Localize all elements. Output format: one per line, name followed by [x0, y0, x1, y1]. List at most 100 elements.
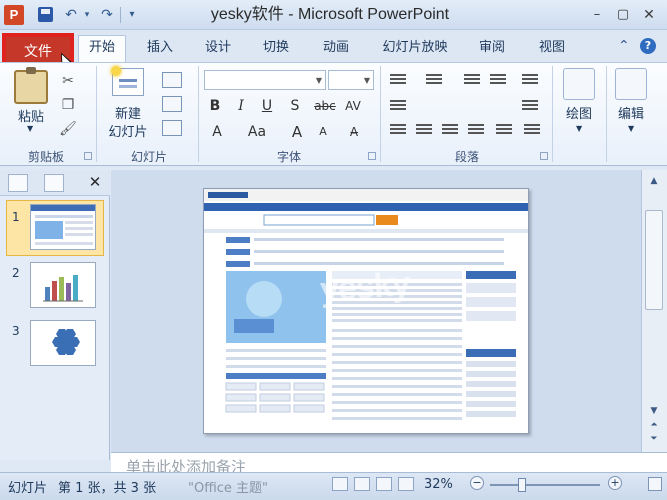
italic-button[interactable]: I [232, 96, 250, 116]
line-spacing-icon[interactable] [520, 72, 540, 88]
slide-thumbnail-2[interactable] [30, 262, 96, 308]
bold-button[interactable]: B [206, 96, 224, 116]
pane-close-icon[interactable]: ✕ [86, 173, 104, 191]
undo-icon[interactable]: ↶ [62, 6, 80, 24]
window-title: yesky软件 - Microsoft PowerPoint [210, 6, 450, 23]
clipboard-launcher-icon[interactable] [84, 152, 92, 160]
increase-indent-icon[interactable] [488, 72, 508, 88]
zoom-in-button[interactable]: + [608, 476, 622, 490]
customize-qat-icon[interactable]: ▾ [126, 6, 138, 24]
tab-slides-icon[interactable] [8, 174, 28, 192]
close-button[interactable]: ✕ [638, 6, 660, 24]
text-shadow-button[interactable]: S [286, 96, 304, 116]
zoom-level[interactable]: 32% [424, 477, 453, 492]
tab-animations[interactable]: 动画 [314, 36, 358, 60]
minimize-button[interactable]: – [586, 6, 608, 24]
format-painter-icon[interactable]: 🖌 [58, 120, 78, 138]
zoom-slider[interactable] [490, 484, 600, 486]
scroll-down-icon[interactable]: ▼ [645, 404, 663, 418]
align-left-icon[interactable] [388, 122, 408, 138]
fit-to-window-icon[interactable] [648, 477, 662, 491]
justify-icon[interactable] [466, 122, 486, 138]
reading-view-icon[interactable] [376, 477, 392, 491]
align-center-icon[interactable] [414, 122, 434, 138]
decrease-indent-icon[interactable] [462, 72, 482, 88]
zoom-slider-handle[interactable] [518, 478, 526, 492]
thumbnail-number: 3 [12, 324, 20, 338]
font-size-combo[interactable]: ▼ [328, 70, 374, 90]
strikethrough-button[interactable]: abc [312, 96, 338, 116]
slide-thumbnail-1[interactable] [30, 204, 96, 250]
reset-slide-icon[interactable] [162, 96, 182, 112]
drawing-button[interactable]: 绘图 [556, 103, 602, 122]
zoom-out-button[interactable]: − [470, 476, 484, 490]
previous-slide-icon[interactable]: ⏶ [645, 418, 663, 432]
font-color-button[interactable]: A [208, 122, 226, 142]
next-slide-icon[interactable]: ⏷ [645, 432, 663, 446]
thumbnail-hexagon-image [52, 329, 80, 355]
paste-dropdown-icon[interactable]: ▼ [27, 124, 33, 133]
font-launcher-icon[interactable] [368, 152, 376, 160]
scrollbar-thumb[interactable] [645, 210, 663, 310]
tab-review[interactable]: 审阅 [470, 36, 514, 60]
group-label-slides: 幻灯片 [130, 150, 167, 164]
powerpoint-app-icon[interactable]: P [4, 5, 24, 25]
tab-home[interactable]: 开始 [78, 35, 126, 62]
paste-icon[interactable] [14, 67, 48, 104]
new-slide-button[interactable]: 新建 [104, 103, 152, 122]
paste-button[interactable]: 粘贴 [14, 106, 48, 125]
char-spacing-button[interactable]: AV [342, 96, 364, 116]
binoculars-icon[interactable] [615, 68, 647, 100]
undo-dropdown-icon[interactable]: ▾ [82, 6, 92, 24]
underline-button[interactable]: U [258, 96, 276, 116]
font-name-combo[interactable]: ▼ [204, 70, 326, 90]
status-slide-label: 幻灯片 [8, 481, 48, 496]
group-divider [606, 66, 607, 162]
thumbnail-chart-image [43, 275, 83, 302]
new-slide-dropdown[interactable]: 幻灯片 [104, 121, 152, 140]
drawing-dropdown-icon[interactable]: ▼ [576, 124, 582, 133]
thumbnail-number: 2 [12, 266, 20, 280]
copy-icon[interactable]: ❐ [58, 96, 78, 114]
editing-button[interactable]: 编辑 [608, 103, 654, 122]
tab-outline-icon[interactable] [44, 174, 64, 192]
current-slide[interactable] [203, 188, 529, 434]
minimize-ribbon-icon[interactable]: ⌃ [618, 38, 630, 54]
maximize-button[interactable]: ▢ [612, 6, 634, 24]
group-label-font: 字体 [276, 150, 301, 164]
slide-thumbnail-3[interactable] [30, 320, 96, 366]
slideshow-view-icon[interactable] [398, 477, 414, 491]
section-icon[interactable] [162, 120, 182, 136]
new-slide-icon[interactable] [111, 66, 144, 96]
bullets-icon[interactable] [388, 72, 408, 88]
align-right-icon[interactable] [440, 122, 460, 138]
change-case-button[interactable]: Aa [244, 122, 270, 142]
grow-font-button[interactable]: A [288, 122, 306, 142]
tab-view[interactable]: 视图 [530, 36, 574, 60]
layout-icon[interactable] [162, 72, 182, 88]
save-icon[interactable] [36, 6, 54, 24]
watermark-logo: yesky [318, 264, 411, 310]
tab-slideshow[interactable]: 幻灯片放映 [374, 36, 456, 60]
normal-view-icon[interactable] [332, 477, 348, 491]
scroll-up-icon[interactable]: ▲ [645, 174, 663, 188]
smartart-icon[interactable] [522, 122, 542, 138]
tab-transitions[interactable]: 切换 [254, 36, 298, 60]
slide-sorter-icon[interactable] [354, 477, 370, 491]
shrink-font-button[interactable]: A [314, 122, 332, 142]
cut-icon[interactable]: ✂ [58, 72, 78, 90]
tab-insert[interactable]: 插入 [138, 36, 182, 60]
editing-dropdown-icon[interactable]: ▼ [628, 124, 634, 133]
columns-icon[interactable] [494, 122, 514, 138]
status-theme: "Office 主题" [188, 481, 269, 496]
tab-design[interactable]: 设计 [196, 36, 240, 60]
clear-formatting-icon[interactable]: A̶ [344, 122, 364, 142]
numbering-icon[interactable] [424, 72, 444, 88]
paragraph-launcher-icon[interactable] [540, 152, 548, 160]
help-icon[interactable]: ? [640, 38, 656, 54]
redo-icon[interactable]: ↷ [98, 6, 116, 24]
qat-divider [120, 7, 122, 23]
text-direction-icon[interactable] [388, 98, 408, 114]
drawing-icon[interactable] [563, 68, 595, 100]
align-text-icon[interactable] [520, 98, 540, 114]
